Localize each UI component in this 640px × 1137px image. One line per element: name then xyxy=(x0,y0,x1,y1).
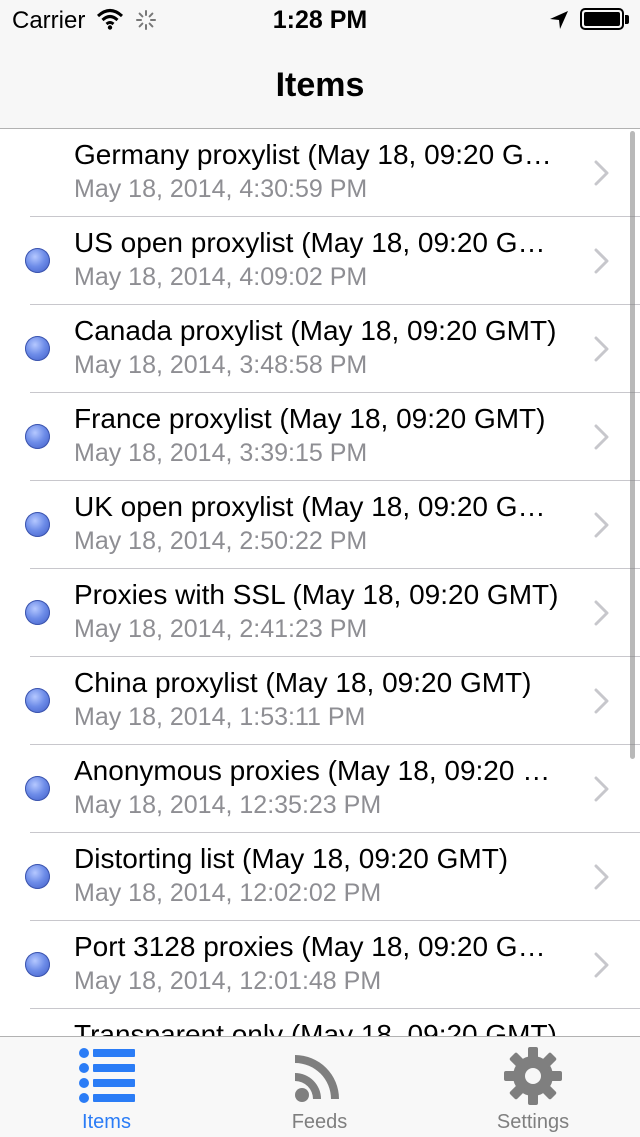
clock: 1:28 PM xyxy=(272,6,368,34)
tab-bar: Items Feeds Settings xyxy=(0,1036,640,1137)
chevron-right-icon xyxy=(594,424,610,455)
tab-settings[interactable]: Settings xyxy=(426,1037,640,1137)
list-item[interactable]: China proxylist (May 18, 09:20 GMT) May 1… xyxy=(0,657,640,745)
tab-feeds[interactable]: Feeds xyxy=(213,1037,426,1137)
chevron-right-icon xyxy=(594,600,610,631)
item-title: Anonymous proxies (May 18, 09:20 GMT) xyxy=(74,755,564,786)
item-date: May 18, 2014, 2:41:23 PM xyxy=(74,615,368,643)
list-item[interactable]: Proxies with SSL (May 18, 09:20 GMT) May … xyxy=(0,569,640,657)
item-title: UK open proxylist (May 18, 09:20 GMT) xyxy=(74,491,564,522)
scroll-indicator[interactable] xyxy=(630,131,635,759)
tab-items[interactable]: Items xyxy=(0,1037,213,1137)
item-title: Proxies with SSL (May 18, 09:20 GMT) xyxy=(74,579,559,610)
unread-dot-icon xyxy=(25,600,50,625)
tab-feeds-label: Feeds xyxy=(291,1111,348,1133)
chevron-right-icon xyxy=(594,688,610,719)
gear-icon xyxy=(502,1045,564,1112)
tab-settings-label: Settings xyxy=(496,1111,570,1133)
battery-icon xyxy=(580,8,629,30)
list-item[interactable]: Germany proxylist (May 18, 09:20 GMT) May… xyxy=(0,129,640,217)
chevron-right-icon xyxy=(594,160,610,191)
unread-dot-icon xyxy=(25,248,50,273)
item-title: Transparent only (May 18, 09:20 GMT) xyxy=(74,1019,557,1036)
item-date: May 18, 2014, 12:35:23 PM xyxy=(74,791,382,819)
item-date: May 18, 2014, 4:09:02 PM xyxy=(74,263,368,291)
chevron-right-icon xyxy=(594,336,610,367)
list-item[interactable]: Distorting list (May 18, 09:20 GMT) May 1… xyxy=(0,833,640,921)
item-title: Germany proxylist (May 18, 09:20 GMT) xyxy=(74,139,564,170)
navigation-bar: Items xyxy=(0,40,640,129)
item-title: China proxylist (May 18, 09:20 GMT) xyxy=(74,667,532,698)
item-date: May 18, 2014, 12:02:02 PM xyxy=(74,879,382,907)
item-title: Canada proxylist (May 18, 09:20 GMT) xyxy=(74,315,557,346)
tab-items-label: Items xyxy=(82,1111,131,1133)
rss-icon xyxy=(292,1045,348,1110)
item-date: May 18, 2014, 12:01:48 PM xyxy=(74,967,382,995)
list-item[interactable]: Canada proxylist (May 18, 09:20 GMT) May … xyxy=(0,305,640,393)
unread-dot-icon xyxy=(25,336,50,361)
item-date: May 18, 2014, 2:50:22 PM xyxy=(74,527,368,555)
item-date: May 18, 2014, 4:30:59 PM xyxy=(74,175,368,203)
item-title: US open proxylist (May 18, 09:20 GMT) xyxy=(74,227,564,258)
unread-dot-icon xyxy=(25,688,50,713)
list-item[interactable]: Port 3128 proxies (May 18, 09:20 GMT) May… xyxy=(0,921,640,1009)
unread-dot-icon xyxy=(25,424,50,449)
unread-dot-icon xyxy=(25,952,50,977)
unread-dot-icon xyxy=(25,512,50,537)
page-title: Items xyxy=(275,66,365,104)
location-arrow-icon xyxy=(549,10,569,35)
unread-dot-icon xyxy=(25,776,50,801)
list-item[interactable]: Transparent only (May 18, 09:20 GMT) xyxy=(0,1009,640,1036)
list-item[interactable]: UK open proxylist (May 18, 09:20 GMT) May… xyxy=(0,481,640,569)
chevron-right-icon xyxy=(594,248,610,279)
chevron-right-icon xyxy=(594,952,610,983)
list-item[interactable]: Anonymous proxies (May 18, 09:20 GMT) May… xyxy=(0,745,640,833)
list-item[interactable]: France proxylist (May 18, 09:20 GMT) May … xyxy=(0,393,640,481)
item-date: May 18, 2014, 3:39:15 PM xyxy=(74,439,368,467)
list-icon xyxy=(78,1045,136,1110)
item-title: France proxylist (May 18, 09:20 GMT) xyxy=(74,403,546,434)
item-title: Port 3128 proxies (May 18, 09:20 GMT) xyxy=(74,931,564,962)
chevron-right-icon xyxy=(594,864,610,895)
unread-dot-icon xyxy=(25,864,50,889)
status-bar: Carrier 1:28 PM xyxy=(0,0,640,40)
item-date: May 18, 2014, 1:53:11 PM xyxy=(74,703,366,731)
items-list[interactable]: Germany proxylist (May 18, 09:20 GMT) May… xyxy=(0,129,640,1036)
item-date: May 18, 2014, 3:48:58 PM xyxy=(74,351,368,379)
chevron-right-icon xyxy=(594,512,610,543)
item-title: Distorting list (May 18, 09:20 GMT) xyxy=(74,843,509,874)
chevron-right-icon xyxy=(594,776,610,807)
list-item[interactable]: US open proxylist (May 18, 09:20 GMT) May… xyxy=(0,217,640,305)
